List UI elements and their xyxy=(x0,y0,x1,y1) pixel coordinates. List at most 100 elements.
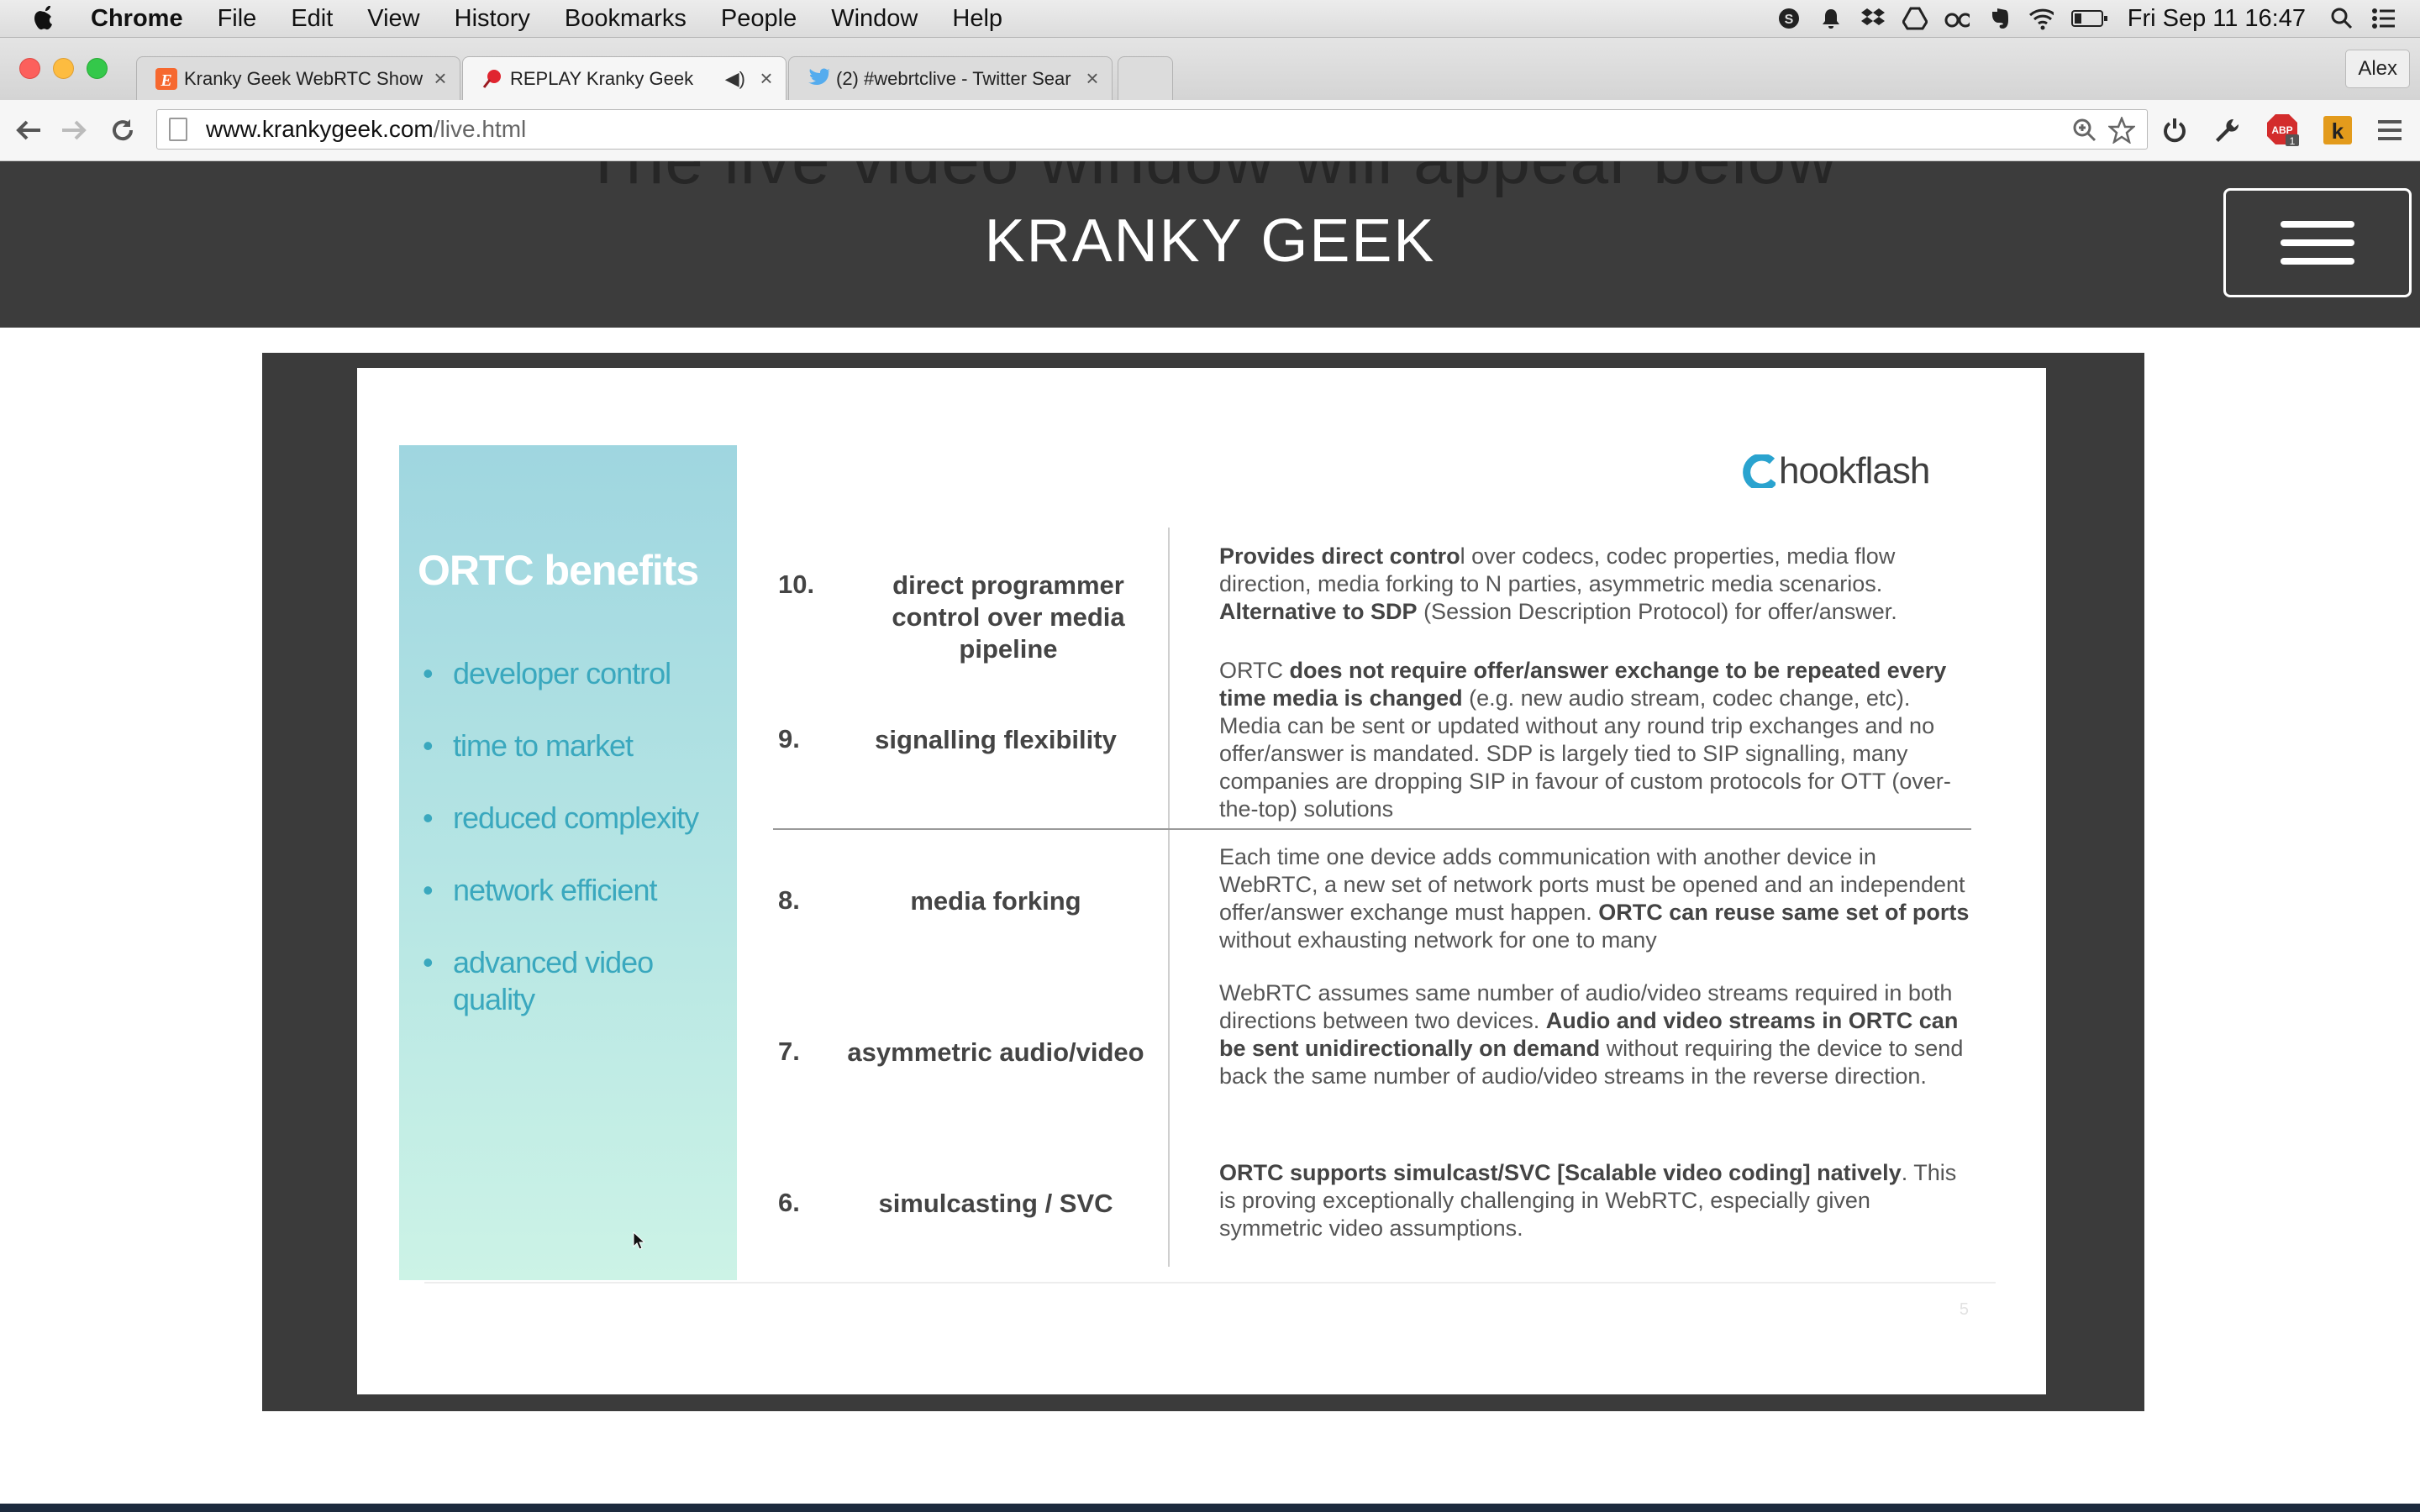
skype-icon[interactable]: S xyxy=(1776,6,1802,31)
live-video-notice: The live video window will appear below xyxy=(0,161,2420,200)
benefit-item: time to market xyxy=(418,727,722,764)
row-divider xyxy=(773,828,1971,830)
svg-text:ABP: ABP xyxy=(2271,124,2292,136)
live-video-player[interactable]: ORTC benefits developer control time to … xyxy=(262,353,2144,1411)
site-menu-button[interactable] xyxy=(2223,188,2412,297)
menu-window[interactable]: Window xyxy=(831,5,918,33)
row-description: ORTC supports simulcast/SVC [Scalable vi… xyxy=(1219,1160,1957,1241)
klout-extension-icon[interactable]: k xyxy=(2321,113,2354,147)
spotlight-icon[interactable] xyxy=(2329,6,2354,31)
panel-title: ORTC benefits xyxy=(418,547,699,594)
url-host: www.krankygeek.com xyxy=(206,116,434,142)
benefits-list: developer control time to market reduced… xyxy=(399,655,722,1053)
apple-icon[interactable] xyxy=(32,3,60,34)
hamburger-bar xyxy=(2281,258,2354,265)
benefits-panel: ORTC benefits developer control time to … xyxy=(399,445,737,1280)
slide-page-number: 5 xyxy=(1959,1300,1969,1319)
url-path: /live.html xyxy=(433,116,527,142)
slide-footer-line xyxy=(424,1282,1996,1284)
menu-view[interactable]: View xyxy=(367,5,419,33)
presentation-slide: ORTC benefits developer control time to … xyxy=(357,368,2046,1394)
svg-text:E: E xyxy=(160,71,171,90)
reload-icon[interactable] xyxy=(104,112,141,149)
hamburger-bar xyxy=(2281,239,2354,246)
tab-title: (2) #webrtclive - Twitter Sear xyxy=(836,67,1071,89)
dropbox-icon[interactable] xyxy=(1860,6,1886,31)
browser-toolbar: www.krankygeek.com/live.html ABP 1 k xyxy=(0,100,2420,161)
twitter-favicon-icon xyxy=(808,68,830,90)
column-divider xyxy=(1168,528,1170,1267)
eventbrite-favicon-icon: E xyxy=(155,67,177,90)
evernote-icon[interactable] xyxy=(1986,6,2012,31)
hookflash-logo: hookflash xyxy=(1735,450,1930,492)
tab-kranky-geek-webrtc-show[interactable]: E Kranky Geek WebRTC Show × xyxy=(136,56,460,100)
window-minimize-button[interactable] xyxy=(53,58,74,79)
page-icon xyxy=(169,118,187,141)
wifi-icon[interactable] xyxy=(2028,6,2054,31)
wrench-extension-icon[interactable] xyxy=(2210,113,2244,147)
address-bar[interactable]: www.krankygeek.com/live.html xyxy=(156,109,2148,150)
tab-close-icon[interactable]: × xyxy=(754,66,779,92)
tab-replay-kranky-geek[interactable]: REPLAY Kranky Geek ◀) × xyxy=(462,56,786,100)
tab-close-icon[interactable]: × xyxy=(428,66,453,92)
svg-text:S: S xyxy=(1784,13,1793,27)
row-title: asymmetric audio/video xyxy=(847,1037,1144,1067)
menu-help[interactable]: Help xyxy=(952,5,1002,33)
row-description: WebRTC assumes same number of audio/vide… xyxy=(1219,980,1964,1089)
power-extension-icon[interactable] xyxy=(2158,113,2191,147)
menu-app-name[interactable]: Chrome xyxy=(91,5,183,33)
glasses-icon[interactable] xyxy=(1944,6,1970,31)
site-brand-title[interactable]: KRANKY GEEK xyxy=(0,207,2420,276)
window-zoom-button[interactable] xyxy=(87,58,108,79)
notification-icon[interactable] xyxy=(1818,6,1844,31)
tab-webrtclive-twitter[interactable]: (2) #webrtclive - Twitter Sear × xyxy=(788,56,1113,100)
logo-text: hookflash xyxy=(1779,450,1930,491)
adblock-plus-icon[interactable]: ABP 1 xyxy=(2265,113,2299,147)
menubar-status-area: S Fri Sep 11 16:47 xyxy=(1760,0,2396,37)
tab-audio-playing-icon[interactable]: ◀) xyxy=(725,68,745,90)
forward-arrow-icon[interactable] xyxy=(55,112,92,149)
benefit-item: reduced complexity xyxy=(418,800,722,837)
row-number: 7. xyxy=(778,1037,800,1066)
svg-text:1: 1 xyxy=(2290,135,2296,147)
benefit-item: developer control xyxy=(418,655,722,692)
back-arrow-icon[interactable] xyxy=(10,112,47,149)
row-title: media forking xyxy=(910,886,1081,916)
site-header: The live video window will appear below … xyxy=(0,161,2420,328)
menu-file[interactable]: File xyxy=(218,5,257,33)
benefit-item: network efficient xyxy=(418,872,722,909)
desktop-edge xyxy=(0,1504,2420,1512)
row-title: signalling flexibility xyxy=(875,725,1117,754)
row-number: 6. xyxy=(778,1188,800,1217)
tab-title: Kranky Geek WebRTC Show xyxy=(184,67,424,89)
menu-people[interactable]: People xyxy=(721,5,797,33)
new-tab-button[interactable] xyxy=(1118,56,1173,100)
menu-edit[interactable]: Edit xyxy=(291,5,333,33)
browser-tab-strip: E Kranky Geek WebRTC Show × REPLAY Krank… xyxy=(0,38,2420,100)
row-description: Provides direct control over codecs, cod… xyxy=(1219,543,1897,624)
zoom-icon[interactable] xyxy=(2071,117,2098,144)
row-title: simulcasting / SVC xyxy=(878,1189,1113,1218)
svg-text:k: k xyxy=(2332,118,2344,144)
window-close-button[interactable] xyxy=(19,58,40,79)
profile-button[interactable]: Alex xyxy=(2345,50,2410,88)
pushpin-favicon-icon xyxy=(481,68,503,90)
macos-menubar: Chrome File Edit View History Bookmarks … xyxy=(0,0,2420,38)
bookmark-star-icon[interactable] xyxy=(2108,117,2135,144)
menu-bookmarks[interactable]: Bookmarks xyxy=(565,5,687,33)
mouse-cursor-icon xyxy=(633,1231,646,1254)
row-number: 9. xyxy=(778,724,800,753)
row-title: direct programmer control over media pip… xyxy=(892,570,1125,664)
notification-center-icon[interactable] xyxy=(2371,6,2396,31)
chrome-menu-icon[interactable] xyxy=(2373,113,2407,147)
battery-icon[interactable] xyxy=(2070,6,2109,31)
tab-close-icon[interactable]: × xyxy=(1080,66,1105,92)
google-drive-icon[interactable] xyxy=(1902,6,1928,31)
menu-history[interactable]: History xyxy=(455,5,530,33)
row-description: Each time one device adds communication … xyxy=(1219,844,1970,953)
menubar-clock[interactable]: Fri Sep 11 16:47 xyxy=(2128,5,2306,33)
benefit-item: advanced video quality xyxy=(418,944,722,1018)
row-number: 10. xyxy=(778,570,815,599)
tab-title: REPLAY Kranky Geek xyxy=(510,67,694,89)
row-number: 8. xyxy=(778,885,800,915)
